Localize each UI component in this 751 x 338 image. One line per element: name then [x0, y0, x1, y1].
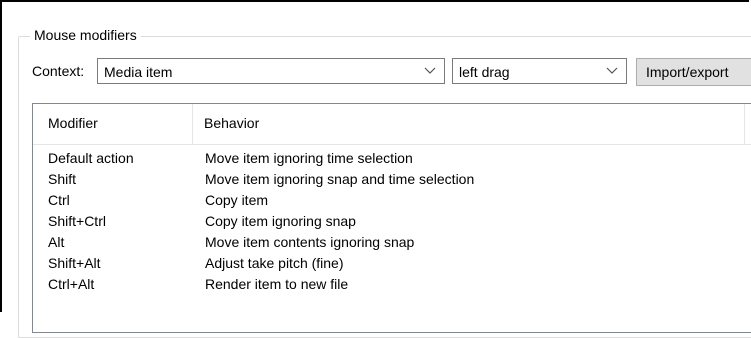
list-row[interactable]: Default action Move item ignoring time s…	[33, 148, 751, 169]
modifier-cell: Ctrl	[48, 192, 70, 208]
group-title: Mouse modifiers	[30, 26, 141, 44]
column-header-behavior[interactable]: Behavior	[204, 114, 259, 132]
list-rows: Default action Move item ignoring time s…	[33, 148, 751, 295]
list-row[interactable]: Shift Move item ignoring snap and time s…	[33, 169, 751, 190]
modifier-cell: Default action	[48, 150, 134, 166]
behavior-cell: Adjust take pitch (fine)	[205, 255, 344, 271]
import-export-button[interactable]: Import/export	[636, 58, 751, 86]
behavior-cell: Move item contents ignoring snap	[205, 234, 415, 250]
column-header-modifier[interactable]: Modifier	[48, 114, 98, 132]
mouse-action-dropdown-value: left drag	[459, 64, 510, 80]
context-dropdown-value: Media item	[104, 64, 173, 80]
context-dropdown[interactable]: Media item	[97, 58, 445, 84]
modifier-list[interactable]: Modifier Behavior Default action Move it…	[32, 103, 751, 333]
modifier-cell: Shift+Alt	[48, 255, 101, 271]
behavior-cell: Move item ignoring snap and time selecti…	[205, 171, 475, 187]
preferences-panel: Mouse modifiers Context: Media item left…	[0, 0, 751, 338]
modifier-cell: Shift+Ctrl	[48, 213, 106, 229]
chevron-down-icon	[606, 67, 618, 74]
behavior-cell: Copy item ignoring snap	[205, 213, 356, 229]
list-header: Modifier Behavior	[33, 104, 751, 145]
list-row[interactable]: Ctrl+Alt Render item to new file	[33, 274, 751, 295]
modifier-cell: Ctrl+Alt	[48, 276, 95, 292]
behavior-cell: Move item ignoring time selection	[205, 150, 413, 166]
behavior-cell: Render item to new file	[205, 276, 349, 292]
list-row[interactable]: Alt Move item contents ignoring snap	[33, 232, 751, 253]
list-row[interactable]: Ctrl Copy item	[33, 190, 751, 211]
behavior-cell: Copy item	[205, 192, 269, 208]
chevron-down-icon	[424, 67, 436, 74]
list-row[interactable]: Shift+Ctrl Copy item ignoring snap	[33, 211, 751, 232]
context-label: Context:	[32, 63, 85, 79]
column-divider[interactable]	[744, 104, 745, 144]
modifier-cell: Shift	[48, 171, 77, 187]
mouse-action-dropdown[interactable]: left drag	[452, 58, 627, 84]
column-divider[interactable]	[192, 104, 193, 144]
list-row[interactable]: Shift+Alt Adjust take pitch (fine)	[33, 253, 751, 274]
modifier-cell: Alt	[48, 234, 65, 250]
